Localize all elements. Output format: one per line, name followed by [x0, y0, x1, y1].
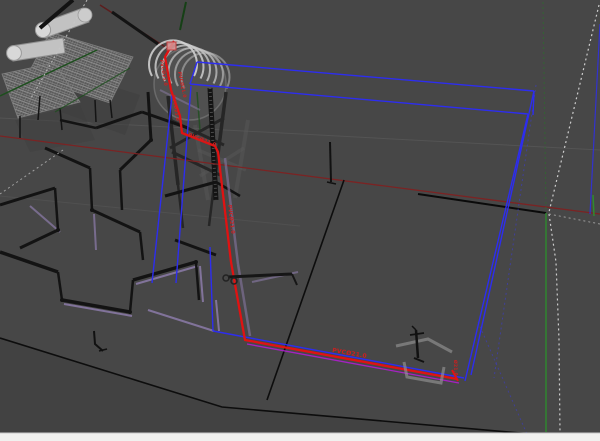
cad-viewport[interactable]: PVCØ21.0PVCØ21.0PVCØ21.0PVCØ21.0PVCØ21.0…: [0, 0, 600, 441]
panel-leg-2: [95, 100, 96, 122]
pipe-elbow-6: [149, 138, 153, 142]
pipe-elbow-3: [128, 310, 132, 314]
red-pipe-start-marker: [167, 42, 176, 50]
solar-tank-a-endcap: [78, 8, 92, 22]
pipe-elbow-4: [194, 260, 198, 264]
solar-tank-b-cap: [7, 46, 22, 61]
window-bottom-strip: [0, 433, 600, 441]
green-segment-right-edge: [593, 195, 594, 216]
scene-geometry: [0, 0, 600, 441]
pipe-elbow-2: [60, 298, 64, 302]
pipe-elbow-1: [56, 228, 60, 232]
pipe-elbow-5: [90, 208, 94, 212]
viewport-canvas[interactable]: PVCØ21.0PVCØ21.0PVCØ21.0PVCØ21.0PVCØ21.0…: [0, 0, 600, 441]
floor-stub-pipe: [330, 142, 331, 182]
